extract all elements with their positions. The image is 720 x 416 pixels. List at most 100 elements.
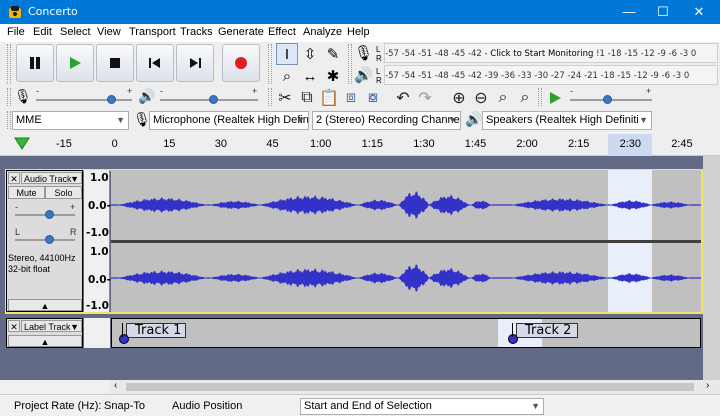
menu-select[interactable]: Select — [60, 26, 91, 38]
fit-selection-button[interactable]: ⌕ — [492, 87, 514, 109]
menu-generate[interactable]: Generate — [218, 26, 264, 38]
selection-mode-select[interactable]: Start and End of Selection ▼ — [300, 398, 544, 415]
menu-analyze[interactable]: Analyze — [303, 26, 342, 38]
pause-button[interactable] — [16, 44, 54, 82]
scroll-left-icon[interactable]: ‹ — [114, 380, 117, 391]
close-button[interactable]: ✕ — [676, 0, 720, 24]
recording-device-value: Microphone (Realtek High Defini — [153, 114, 309, 126]
zoom-tool-button[interactable]: ⌕ — [276, 65, 298, 87]
play-at-speed-slider[interactable] — [570, 92, 652, 108]
envelope-tool-button[interactable]: ⇳ — [299, 43, 321, 65]
timeline-tick-label: 1:00 — [310, 138, 332, 150]
mute-button[interactable]: Mute — [8, 186, 45, 199]
record-meter-scale: -57 -54 -51 -48 -45 -42 - — [385, 49, 488, 59]
fit-project-button[interactable]: ⌕ — [514, 87, 536, 109]
close-track-button[interactable]: ✕ — [8, 172, 20, 184]
menu-edit[interactable]: Edit — [33, 26, 52, 38]
label-track-menu-button[interactable]: Label Track ▼ — [21, 320, 82, 332]
scale-top-right: 1.0 — [90, 246, 109, 258]
timeline-tick-label: 1:45 — [464, 138, 487, 150]
menu-help[interactable]: Help — [347, 26, 370, 38]
record-volume-slider[interactable] — [36, 92, 132, 108]
skip-to-end-button[interactable] — [176, 44, 214, 82]
redo-button[interactable]: ↷ — [414, 87, 436, 109]
playback-volume-thumb[interactable] — [208, 95, 218, 104]
trim-button[interactable]: ⧈ — [340, 87, 362, 109]
recording-channels-select[interactable]: 2 (Stereo) Recording Channels ▼ — [312, 111, 461, 130]
play-button[interactable] — [56, 44, 94, 82]
click-to-start-monitoring[interactable]: Click to Start Monitoring — [490, 49, 593, 59]
play-at-speed-button[interactable] — [544, 87, 566, 109]
zoom-in-button[interactable]: ⊕ — [448, 87, 470, 109]
horizontal-scrollbar[interactable]: ‹ › — [110, 380, 720, 394]
microphone-icon[interactable]: 🎙 — [354, 44, 373, 62]
silence-button[interactable]: ⧇ — [362, 87, 384, 109]
toolbar-grip[interactable] — [268, 44, 272, 84]
menu-file[interactable]: File — [7, 26, 25, 38]
selection-tool-button[interactable]: I — [276, 43, 298, 65]
menu-effect[interactable]: Effect — [268, 26, 296, 38]
paste-button[interactable]: 📋 — [318, 87, 340, 109]
record-volume-thumb[interactable] — [107, 95, 117, 104]
multi-tool-button[interactable]: ✱ — [322, 65, 344, 87]
timeshift-tool-button[interactable]: ↔ — [299, 65, 321, 87]
collapse-track-button[interactable]: ▲ — [8, 299, 82, 311]
playback-device-select[interactable]: Speakers (Realtek High Definiti ▼ — [482, 111, 652, 130]
recording-device-select[interactable]: Microphone (Realtek High Defini ▼ — [149, 111, 309, 130]
toolbar-grip[interactable] — [538, 88, 542, 106]
close-label-track-button[interactable]: ✕ — [8, 320, 20, 332]
playback-volume-slider[interactable] — [160, 92, 258, 108]
track-panel[interactable]: ✕ Audio Track ▼ Mute Solo - + L R Stereo,… — [0, 156, 720, 380]
draw-tool-button[interactable]: ✎ — [322, 43, 344, 65]
audio-track-waveform[interactable] — [111, 170, 701, 312]
label-track-area[interactable]: Track 1 Track 2 — [111, 318, 701, 348]
chevron-up-icon: ▲ — [40, 337, 50, 347]
stop-button[interactable] — [96, 44, 134, 82]
toolbar-grip[interactable] — [268, 88, 272, 106]
pin-play-head-icon[interactable] — [14, 137, 30, 151]
draw-tool-icon: ✎ — [326, 46, 340, 63]
audio-track-control-panel[interactable]: ✕ Audio Track ▼ Mute Solo - + L R Stereo,… — [6, 170, 83, 312]
audio-track-vertical-ruler[interactable]: 1.0 0.0- -1.0 1.0 0.0- -1.0 — [84, 170, 111, 312]
menu-view[interactable]: View — [97, 26, 121, 38]
label-track-1[interactable]: Track 1 — [126, 323, 186, 338]
timeline-tick-label: 30 — [214, 138, 228, 150]
label-2-anchor-icon[interactable] — [507, 333, 519, 345]
toolbar-grip[interactable] — [7, 111, 11, 129]
label-1-anchor-icon[interactable] — [118, 333, 130, 345]
selection-mode-value: Start and End of Selection — [304, 400, 432, 412]
vertical-scrollbar[interactable] — [703, 156, 720, 380]
toolbar-grip[interactable] — [348, 44, 352, 84]
zoom-out-button[interactable]: ⊖ — [470, 87, 492, 109]
menu-transport[interactable]: Transport — [129, 26, 176, 38]
title-bar: Concerto — ☐ ✕ — [0, 0, 720, 24]
skip-to-start-button[interactable] — [136, 44, 174, 82]
toolbar-grip[interactable] — [7, 44, 11, 84]
audio-track-menu-button[interactable]: Audio Track ▼ — [21, 172, 82, 184]
cut-button[interactable]: ✂ — [274, 87, 296, 109]
gain-thumb[interactable] — [45, 210, 54, 219]
collapse-label-track-button[interactable]: ▲ — [8, 335, 82, 347]
selection-tool-icon: I — [284, 45, 290, 63]
fit-selection-icon: ⌕ — [498, 89, 508, 106]
pan-slider[interactable] — [15, 234, 75, 246]
scrollbar-thumb[interactable] — [126, 383, 694, 391]
timeline-tick-label: 2:30 — [619, 138, 642, 150]
undo-button[interactable]: ↶ — [392, 87, 414, 109]
label-track-control-panel[interactable]: ✕ Label Track ▼ ▲ — [6, 318, 83, 348]
audio-track-name: Audio Track — [24, 174, 72, 184]
audio-host-select[interactable]: MME ▼ — [12, 111, 129, 130]
menu-tracks[interactable]: Tracks — [180, 26, 213, 38]
record-button[interactable] — [222, 44, 260, 82]
speed-thumb[interactable] — [602, 95, 612, 104]
record-meter[interactable]: -57 -54 -51 -48 -45 -42 - Click to Start… — [384, 43, 718, 63]
copy-button[interactable]: ⧉ — [296, 87, 318, 109]
timeline-ruler[interactable]: -15 0 15 30 45 1:00 1:15 1:30 1:45 2:00 2:15 2:30 2:… — [0, 134, 720, 156]
pan-thumb[interactable] — [45, 235, 54, 244]
playback-meter[interactable]: -57 -54 -51 -48 -45 -42 -39 -36 -33 -30 … — [384, 65, 718, 85]
label-track-2[interactable]: Track 2 — [516, 323, 578, 338]
solo-button[interactable]: Solo — [45, 186, 82, 199]
gain-slider[interactable] — [15, 209, 75, 221]
toolbar-grip[interactable] — [7, 88, 11, 106]
scroll-right-icon[interactable]: › — [706, 380, 709, 391]
